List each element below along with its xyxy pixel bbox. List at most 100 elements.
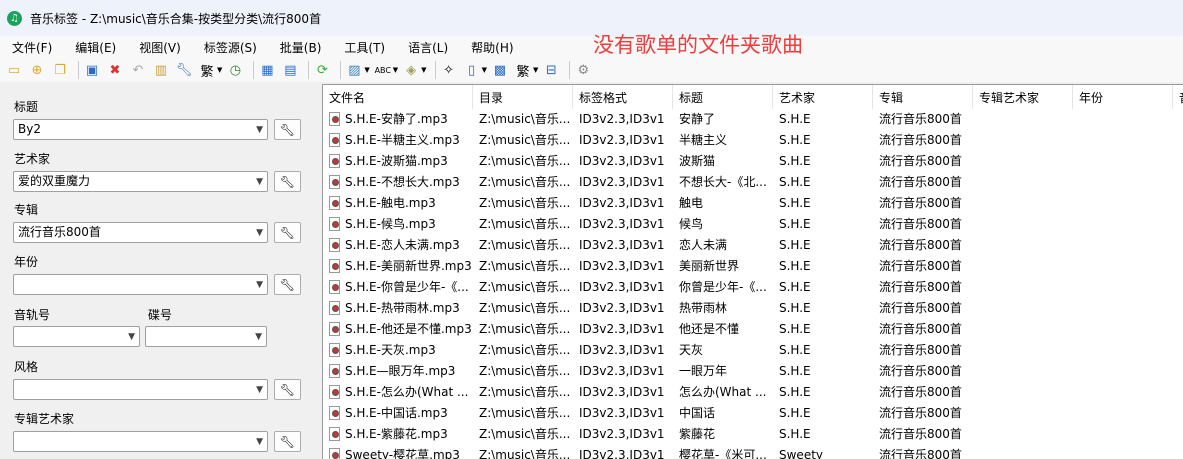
cell-text: ID3v2.3,ID3v1 [579, 385, 665, 399]
column-directory[interactable]: 目录 [473, 85, 573, 109]
album-artist-wrench-button[interactable]: 🔧︎ [274, 431, 301, 452]
gear-icon[interactable]: ⚙ [574, 61, 592, 79]
year-wrench-button[interactable]: 🔧︎ [274, 274, 301, 295]
chevron-down-icon[interactable]: ▼ [256, 175, 263, 190]
audio-file-icon [329, 322, 340, 336]
column-tag-format[interactable]: 标签格式 [573, 85, 673, 109]
column-title[interactable]: 标题 [673, 85, 773, 109]
table-cell: 流行音乐800首 [873, 151, 973, 172]
genre-input[interactable]: ▼ [13, 379, 268, 400]
dropdown-arrow-icon[interactable]: ▼ [533, 66, 538, 74]
open-folder-icon[interactable]: ▭ [5, 61, 23, 79]
tag-icon[interactable]: ◈ [402, 61, 420, 79]
table-row[interactable]: S.H.E-你曾是少年-《... Z:\music\音乐... ID3v2.3,ID… [323, 277, 1183, 298]
album-input[interactable]: 流行音乐800首 ▼ [13, 222, 268, 243]
cell-text: S.H.E-半糖主义.mp3 [345, 133, 460, 147]
menu-edit[interactable]: 编辑(E) [67, 39, 124, 56]
save-icon[interactable]: ▣ [83, 61, 101, 79]
dropdown-arrow-icon[interactable]: ▼ [421, 66, 426, 74]
dropdown-arrow-icon[interactable]: ▼ [393, 66, 398, 74]
artist-input[interactable]: 爱的双重魔力 ▼ [13, 171, 268, 192]
chevron-down-icon[interactable]: ▼ [256, 226, 263, 241]
menu-language[interactable]: 语言(L) [400, 39, 456, 56]
menu-tag-source[interactable]: 标签源(S) [196, 39, 265, 56]
cell-text: 流行音乐800首 [879, 154, 962, 168]
cell-text: 他还是不懂 [679, 322, 740, 336]
chevron-down-icon[interactable]: ▼ [256, 278, 263, 293]
table-row[interactable]: S.H.E-候鸟.mp3 Z:\music\音乐... ID3v2.3,ID3v1 候… [323, 214, 1183, 235]
chevron-down-icon[interactable]: ▼ [256, 435, 263, 450]
column-more[interactable]: 音 [1173, 85, 1183, 109]
table-row[interactable]: S.H.E-波斯猫.mp3 Z:\music\音乐... ID3v2.3,ID3v1… [323, 151, 1183, 172]
table-row[interactable]: S.H.E-天灰.mp3 Z:\music\音乐... ID3v2.3,ID3v1 天… [323, 340, 1183, 361]
disc-input[interactable]: ▼ [145, 326, 267, 347]
table-cell: Z:\music\音乐... [473, 445, 573, 459]
table-row[interactable]: S.H.E-触电.mp3 Z:\music\音乐... ID3v2.3,ID3v1 触… [323, 193, 1183, 214]
cell-text: 你曾是少年-《... [679, 280, 767, 294]
folders-icon[interactable]: ❐ [51, 61, 69, 79]
book-icon[interactable]: ▥ [152, 61, 170, 79]
file-list[interactable]: ^ 文件名 目录 标签格式 标题 艺术家 专辑 专辑艺术家 年份 音 S.H.E… [322, 84, 1183, 459]
convert-icon[interactable]: 繁 [198, 61, 216, 80]
table-cell: S.H.E-候鸟.mp3 [323, 214, 473, 235]
column-album-artist[interactable]: 专辑艺术家 [973, 85, 1073, 109]
cell-text: Z:\music\音乐... [479, 322, 571, 336]
dropdown-arrow-icon[interactable]: ▼ [364, 66, 369, 74]
menu-batch[interactable]: 批量(B) [272, 39, 330, 56]
chevron-down-icon[interactable]: ▼ [128, 330, 135, 345]
table-row[interactable]: S.H.E-安静了.mp3 Z:\music\音乐... ID3v2.3,ID3v1… [323, 109, 1183, 130]
table-row[interactable]: S.H.E-紫藤花.mp3 Z:\music\音乐... ID3v2.3,ID3v1… [323, 424, 1183, 445]
table-row[interactable]: Sweety-樱花草.mp3 Z:\music\音乐... ID3v2.3,ID3v… [323, 445, 1183, 459]
convert-icon[interactable]: 繁 [514, 61, 532, 80]
table-row[interactable]: S.H.E-热带雨林.mp3 Z:\music\音乐... ID3v2.3,ID3v… [323, 298, 1183, 319]
file-save-icon[interactable]: ▯ [463, 61, 481, 79]
album-wrench-button[interactable]: 🔧︎ [274, 222, 301, 243]
add-folder-icon[interactable]: ⊕ [28, 61, 46, 79]
table-row[interactable]: S.H.E-美丽新世界.mp3 Z:\music\音乐... ID3v2.3,ID3… [323, 256, 1183, 277]
table-row[interactable]: S.H.E-他还是不懂.mp3 Z:\music\音乐... ID3v2.3,ID3… [323, 319, 1183, 340]
image-save-icon[interactable]: ▩ [491, 61, 509, 79]
wrench-icon[interactable]: 🔧︎ [175, 61, 193, 79]
artist-wrench-button[interactable]: 🔧︎ [274, 171, 301, 192]
table-row[interactable]: S.H.E—眼万年.mp3 Z:\music\音乐... ID3v2.3,ID3v1… [323, 361, 1183, 382]
cell-text: 流行音乐800首 [879, 301, 962, 315]
table-row[interactable]: S.H.E-中国话.mp3 Z:\music\音乐... ID3v2.3,ID3v1… [323, 403, 1183, 424]
cell-text: 流行音乐800首 [879, 448, 962, 459]
refresh-icon[interactable]: ⟳ [313, 61, 331, 79]
dropdown-arrow-icon[interactable]: ▼ [217, 66, 222, 74]
column-album[interactable]: 专辑 [873, 85, 973, 109]
undo-icon[interactable]: ↶ [129, 61, 147, 79]
text-abc-icon[interactable]: ABC [374, 61, 392, 79]
magic-wand-icon[interactable]: ✧ [440, 61, 458, 79]
delete-icon[interactable]: ✖ [106, 61, 124, 79]
column-artist[interactable]: 艺术家 [773, 85, 873, 109]
table-row[interactable]: S.H.E-怎么办(What ... Z:\music\音乐... ID3v2.3,… [323, 382, 1183, 403]
rename-icon[interactable]: ⊟ [542, 61, 560, 79]
cell-text: 流行音乐800首 [879, 343, 962, 357]
chevron-down-icon[interactable]: ▼ [256, 123, 263, 138]
menu-help[interactable]: 帮助(H) [463, 39, 521, 56]
table-row[interactable]: S.H.E-半糖主义.mp3 Z:\music\音乐... ID3v2.3,ID3v… [323, 130, 1183, 151]
track-input[interactable]: ▼ [13, 326, 140, 347]
column-year[interactable]: 年份 [1073, 85, 1173, 109]
year-input[interactable]: ▼ [13, 274, 268, 295]
chevron-down-icon[interactable]: ▼ [256, 383, 263, 398]
table-cell: ID3v2.3,ID3v1 [573, 382, 673, 403]
table-row[interactable]: S.H.E-恋人未满.mp3 Z:\music\音乐... ID3v2.3,ID3v… [323, 235, 1183, 256]
menu-tools[interactable]: 工具(T) [336, 39, 393, 56]
genre-wrench-button[interactable]: 🔧︎ [274, 379, 301, 400]
title-input[interactable]: By2 ▼ [13, 119, 268, 140]
album-artist-input[interactable]: ▼ [13, 431, 268, 452]
menu-file[interactable]: 文件(F) [4, 39, 60, 56]
grid-outline-icon[interactable]: ▤ [281, 61, 299, 79]
chevron-down-icon[interactable]: ▼ [255, 330, 262, 345]
title-wrench-button[interactable]: 🔧︎ [274, 119, 301, 140]
cell-text: S.H.E-美丽新世界.mp3 [345, 259, 472, 273]
table-row[interactable]: S.H.E-不想长大.mp3 Z:\music\音乐... ID3v2.3,ID3v… [323, 172, 1183, 193]
grid-icon[interactable]: ▦ [258, 61, 276, 79]
menu-view[interactable]: 视图(V) [131, 39, 189, 56]
dropdown-arrow-icon[interactable]: ▼ [482, 66, 487, 74]
cell-text: S.H.E [779, 385, 811, 399]
image-icon[interactable]: ▨ [345, 61, 363, 79]
history-icon[interactable]: ◷ [226, 61, 244, 79]
